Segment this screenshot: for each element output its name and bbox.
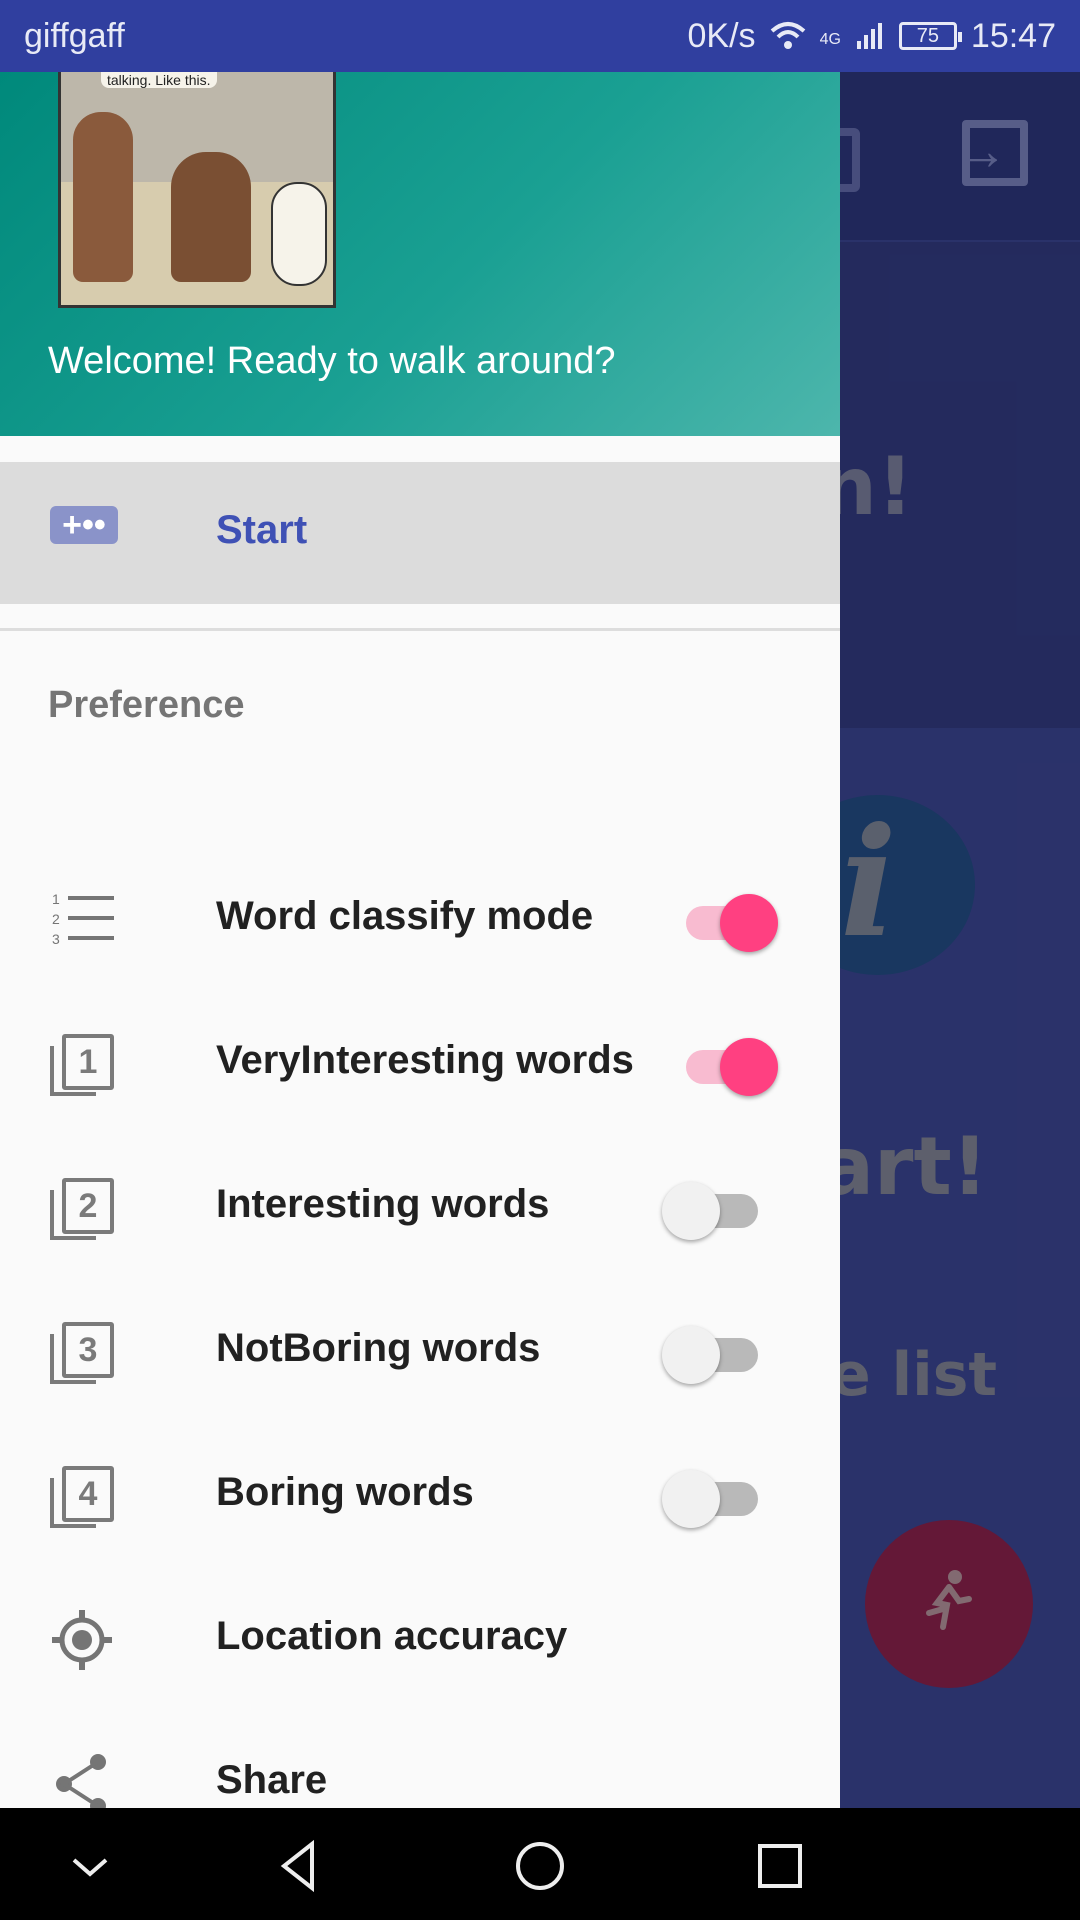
navigation-drawer: talking. Like this. Welcome! Ready to wa… [0, 72, 840, 1808]
home-icon[interactable] [510, 1836, 570, 1896]
network-speed: 0K/s [687, 16, 756, 55]
caveman-comic-image: talking. Like this. [58, 72, 336, 308]
status-icons: 0K/s 4G 75 15:47 [688, 17, 1056, 56]
menu-item-share[interactable]: Share [0, 1710, 840, 1808]
share-icon [56, 1754, 106, 1808]
pref-word-classify-mode[interactable]: 1 2 3 Word classify mode [0, 846, 840, 990]
filter-3-icon: 3 [50, 1322, 114, 1384]
svg-text:3: 3 [52, 931, 60, 947]
numbered-list-icon: 1 2 3 [52, 891, 114, 947]
pref-label: Location accuracy [216, 1614, 568, 1658]
caveman-figure [73, 112, 133, 282]
menu-item-start-label: Start [216, 508, 308, 552]
notboring-toggle[interactable] [662, 1320, 762, 1384]
pref-location-accuracy[interactable]: Location accuracy [0, 1566, 840, 1710]
recents-icon[interactable] [750, 1836, 810, 1896]
signal-icon [856, 23, 882, 49]
section-title-preference: Preference [48, 684, 245, 726]
pref-boring-words[interactable]: 4 Boring words [0, 1422, 840, 1566]
battery-level: 75 [916, 24, 940, 47]
divider [0, 628, 840, 631]
pref-label: Boring words [216, 1470, 474, 1514]
filter-2-icon: 2 [50, 1178, 114, 1240]
status-bar: giffgaff 0K/s 4G 75 15:47 [0, 0, 1080, 72]
pref-notboring-words[interactable]: 3 NotBoring words [0, 1278, 840, 1422]
filter-1-icon: 1 [50, 1034, 114, 1096]
pref-label: Share [216, 1758, 328, 1802]
welcome-text: Welcome! Ready to walk around? [48, 340, 616, 382]
pref-label: NotBoring words [216, 1326, 541, 1370]
very-interesting-toggle[interactable] [662, 1032, 778, 1096]
drawer-scrim[interactable] [840, 72, 1080, 1808]
word-classify-toggle[interactable] [662, 888, 778, 952]
chevron-down-icon[interactable] [60, 1836, 120, 1896]
pref-interesting-words[interactable]: 2 Interesting words [0, 1134, 840, 1278]
system-nav-bar [0, 1808, 1080, 1920]
clock: 15:47 [970, 16, 1056, 55]
battery-icon: 75 [898, 22, 962, 50]
filter-4-icon: 4 [50, 1466, 114, 1528]
back-icon[interactable] [270, 1836, 330, 1896]
menu-item-start[interactable]: +•• Start [0, 462, 840, 604]
gamepad-icon: +•• [50, 506, 118, 544]
svg-text:1: 1 [52, 891, 60, 907]
pref-label: Word classify mode [216, 894, 594, 938]
carrier-name: giffgaff [24, 16, 125, 55]
speech-bubble-shape [271, 182, 327, 286]
caveman-figure [171, 152, 251, 282]
wifi-icon [770, 22, 805, 49]
pref-label: Interesting words [216, 1182, 550, 1226]
pref-label: VeryInteresting words [216, 1038, 634, 1082]
svg-text:2: 2 [52, 911, 60, 927]
pref-very-interesting-words[interactable]: 1 VeryInteresting words [0, 990, 840, 1134]
interesting-toggle[interactable] [662, 1176, 762, 1240]
network-type: 4G [819, 30, 841, 48]
gps-icon [52, 1610, 112, 1670]
drawer-header: talking. Like this. Welcome! Ready to wa… [0, 72, 840, 436]
boring-toggle[interactable] [662, 1464, 762, 1528]
comic-caption: talking. Like this. [101, 72, 217, 88]
